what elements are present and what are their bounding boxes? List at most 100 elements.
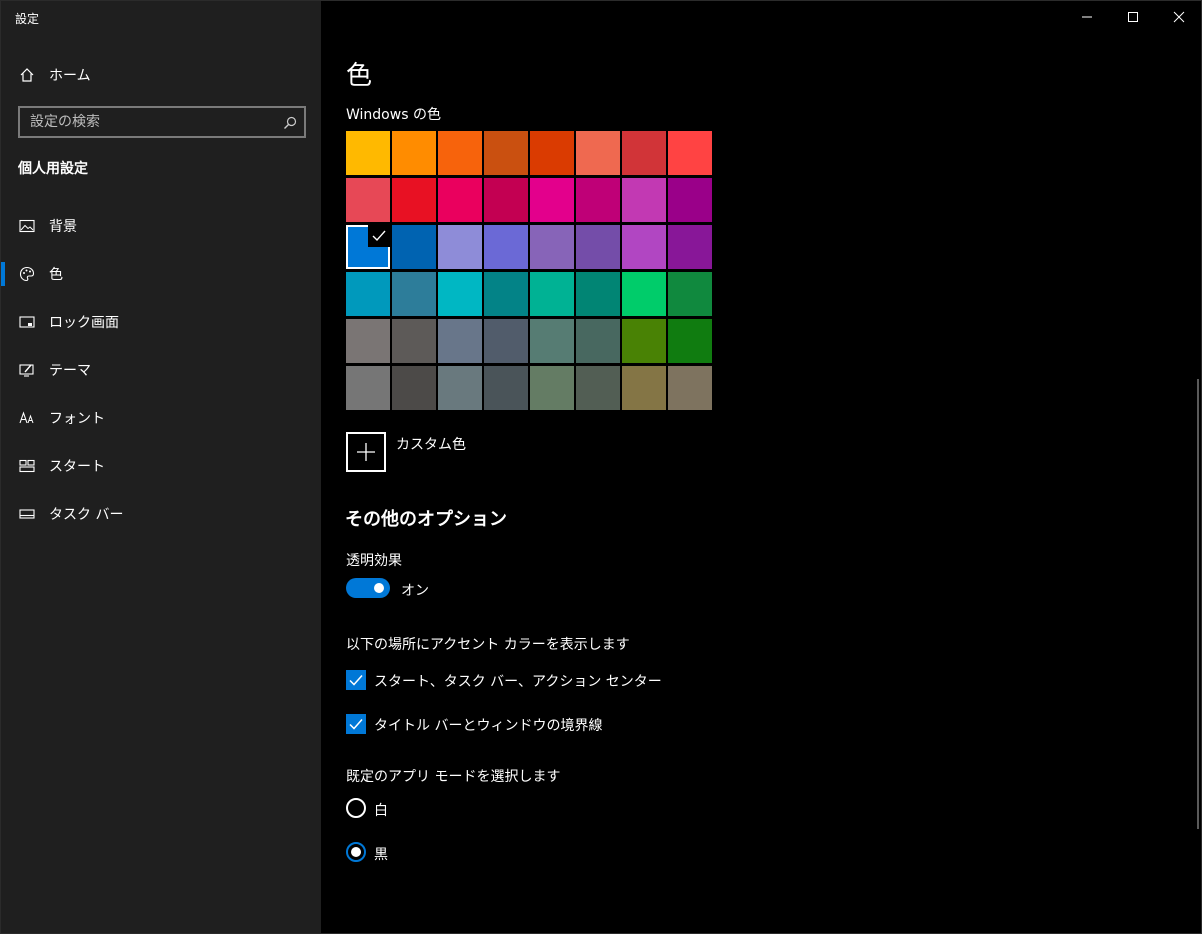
transparency-label: 透明効果 (346, 553, 402, 569)
sidebar-item-taskbar[interactable]: タスク バー (1, 494, 321, 534)
start-taskbar-checkbox[interactable] (346, 670, 366, 690)
page-title: 色 (346, 61, 373, 91)
checkmark-icon (349, 719, 363, 730)
color-swatch[interactable] (622, 225, 666, 269)
color-swatch[interactable] (530, 272, 574, 316)
content-pane: 色 Windows の色 カスタム色 その他のオプション 透明効果 オン 以下の… (321, 1, 1201, 933)
search-input[interactable] (20, 108, 270, 136)
app-mode-light-radio[interactable] (346, 798, 366, 818)
checkmark-icon (368, 225, 390, 247)
color-swatch[interactable] (622, 131, 666, 175)
color-swatch[interactable] (576, 366, 620, 410)
sidebar-item-themes[interactable]: テーマ (1, 350, 321, 390)
color-swatch[interactable] (392, 225, 436, 269)
color-swatch[interactable] (346, 366, 390, 410)
color-swatch[interactable] (622, 366, 666, 410)
sidebar-item-label: 色 (49, 267, 63, 283)
color-swatch[interactable] (530, 178, 574, 222)
custom-color-button[interactable] (346, 432, 386, 472)
start-icon (18, 457, 36, 475)
app-mode-dark-label[interactable]: 黒 (374, 844, 388, 864)
home-icon (18, 66, 36, 84)
color-swatch[interactable] (576, 225, 620, 269)
color-swatch[interactable] (438, 366, 482, 410)
color-swatch[interactable] (622, 178, 666, 222)
color-swatch[interactable] (484, 319, 528, 363)
color-swatch[interactable] (668, 366, 712, 410)
color-swatch[interactable] (668, 131, 712, 175)
scrollbar[interactable] (1197, 379, 1199, 829)
sidebar-item-lock-screen[interactable]: ロック画面 (1, 302, 321, 342)
color-swatch[interactable] (484, 178, 528, 222)
color-swatch[interactable] (346, 225, 390, 269)
section-heading: 個人用設定 (18, 161, 88, 177)
plus-icon (357, 443, 375, 461)
color-swatch[interactable] (668, 225, 712, 269)
lock-screen-icon (18, 313, 36, 331)
color-swatch[interactable] (438, 225, 482, 269)
checkmark-icon (349, 675, 363, 686)
title-bar-checkbox[interactable] (346, 714, 366, 734)
color-swatch[interactable] (668, 272, 712, 316)
app-mode-dark-radio[interactable] (346, 842, 366, 862)
color-swatch[interactable] (484, 131, 528, 175)
sidebar-item-label: フォント (49, 411, 105, 427)
search-icon[interactable] (283, 115, 297, 129)
toggle-knob (374, 583, 384, 593)
sidebar: 設定 ホーム 個人用設定 背景 色 (1, 1, 321, 933)
sidebar-item-home[interactable]: ホーム (1, 57, 321, 93)
color-swatch[interactable] (576, 131, 620, 175)
color-swatch[interactable] (438, 131, 482, 175)
color-swatch[interactable] (392, 131, 436, 175)
color-swatch[interactable] (346, 131, 390, 175)
sidebar-item-colors[interactable]: 色 (1, 254, 321, 294)
accent-surfaces-label: 以下の場所にアクセント カラーを表示します (346, 637, 630, 653)
color-swatch[interactable] (438, 178, 482, 222)
color-swatch[interactable] (576, 319, 620, 363)
radio-dot (351, 847, 361, 857)
color-swatch[interactable] (668, 178, 712, 222)
sidebar-item-label: タスク バー (49, 507, 124, 523)
taskbar-icon (18, 505, 36, 523)
theme-icon (18, 361, 36, 379)
color-swatch[interactable] (346, 319, 390, 363)
sidebar-item-label: ホーム (49, 68, 91, 84)
sidebar-item-label: スタート (49, 459, 105, 475)
color-swatch[interactable] (530, 366, 574, 410)
color-swatch-grid (346, 131, 712, 411)
color-swatch[interactable] (530, 131, 574, 175)
color-swatch[interactable] (484, 366, 528, 410)
picture-icon (18, 217, 36, 235)
color-swatch[interactable] (668, 319, 712, 363)
app-mode-light-label[interactable]: 白 (374, 800, 388, 820)
color-swatch[interactable] (576, 272, 620, 316)
transparency-toggle[interactable] (346, 578, 390, 598)
sidebar-item-fonts[interactable]: フォント (1, 398, 321, 438)
color-swatch[interactable] (438, 319, 482, 363)
color-swatch[interactable] (484, 225, 528, 269)
color-swatch[interactable] (392, 319, 436, 363)
color-swatch[interactable] (346, 178, 390, 222)
custom-color-label[interactable]: カスタム色 (396, 434, 466, 454)
windows-colors-label: Windows の色 (346, 107, 441, 123)
sidebar-item-label: テーマ (49, 363, 91, 379)
color-swatch[interactable] (392, 272, 436, 316)
color-swatch[interactable] (530, 225, 574, 269)
app-mode-label: 既定のアプリ モードを選択します (346, 769, 561, 785)
start-taskbar-option-label[interactable]: スタート、タスク バー、アクション センター (374, 671, 662, 691)
color-swatch[interactable] (392, 366, 436, 410)
color-swatch[interactable] (484, 272, 528, 316)
sidebar-item-background[interactable]: 背景 (1, 206, 321, 246)
color-swatch[interactable] (622, 319, 666, 363)
color-swatch[interactable] (438, 272, 482, 316)
sidebar-item-label: 背景 (49, 219, 77, 235)
color-swatch[interactable] (530, 319, 574, 363)
font-icon (18, 409, 36, 427)
color-swatch[interactable] (576, 178, 620, 222)
title-bar-option-label[interactable]: タイトル バーとウィンドウの境界線 (374, 715, 602, 735)
color-swatch[interactable] (622, 272, 666, 316)
sidebar-item-start[interactable]: スタート (1, 446, 321, 486)
color-swatch[interactable] (392, 178, 436, 222)
color-swatch[interactable] (346, 272, 390, 316)
transparency-state: オン (401, 583, 429, 599)
